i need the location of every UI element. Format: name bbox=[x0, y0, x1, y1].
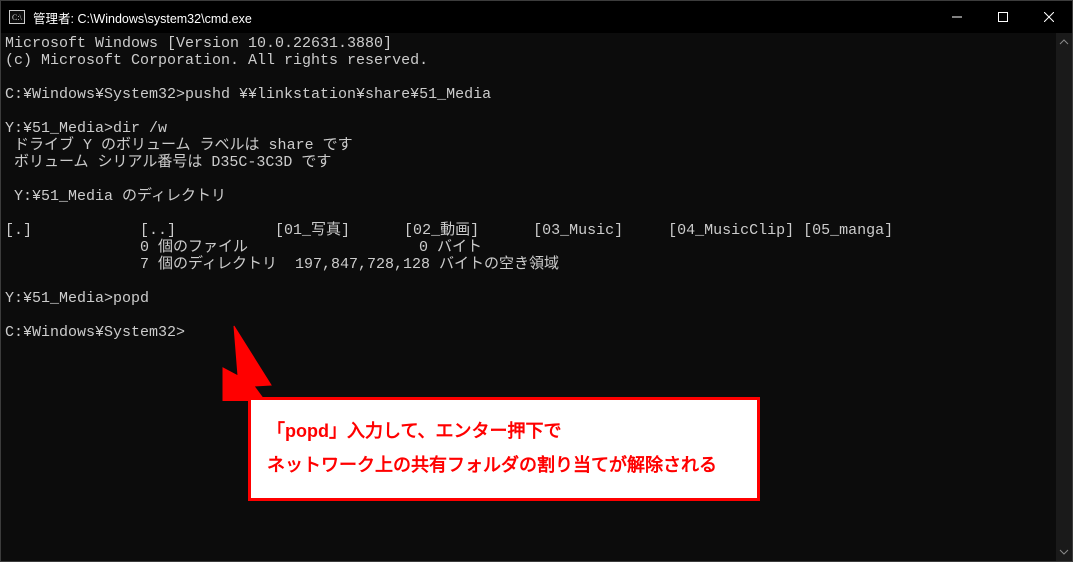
maximize-button[interactable] bbox=[980, 1, 1026, 33]
scrollbar[interactable] bbox=[1056, 33, 1072, 561]
close-button[interactable] bbox=[1026, 1, 1072, 33]
callout-line-1: 「popd」入力して、エンター押下で bbox=[267, 414, 741, 448]
svg-text:C:\: C:\ bbox=[12, 13, 23, 22]
minimize-button[interactable] bbox=[934, 1, 980, 33]
scroll-down-button[interactable] bbox=[1056, 543, 1072, 561]
titlebar[interactable]: C:\ 管理者: C:\Windows\system32\cmd.exe bbox=[1, 1, 1072, 33]
callout-line-2: ネットワーク上の共有フォルダの割り当てが解除される bbox=[267, 448, 741, 482]
scroll-up-button[interactable] bbox=[1056, 33, 1072, 51]
scrollbar-track[interactable] bbox=[1056, 51, 1072, 543]
window-title: 管理者: C:\Windows\system32\cmd.exe bbox=[33, 8, 252, 27]
cmd-window: C:\ 管理者: C:\Windows\system32\cmd.exe Mic… bbox=[0, 0, 1073, 562]
annotation-callout: 「popd」入力して、エンター押下で ネットワーク上の共有フォルダの割り当てが解… bbox=[248, 397, 760, 501]
cmd-icon: C:\ bbox=[9, 9, 25, 25]
